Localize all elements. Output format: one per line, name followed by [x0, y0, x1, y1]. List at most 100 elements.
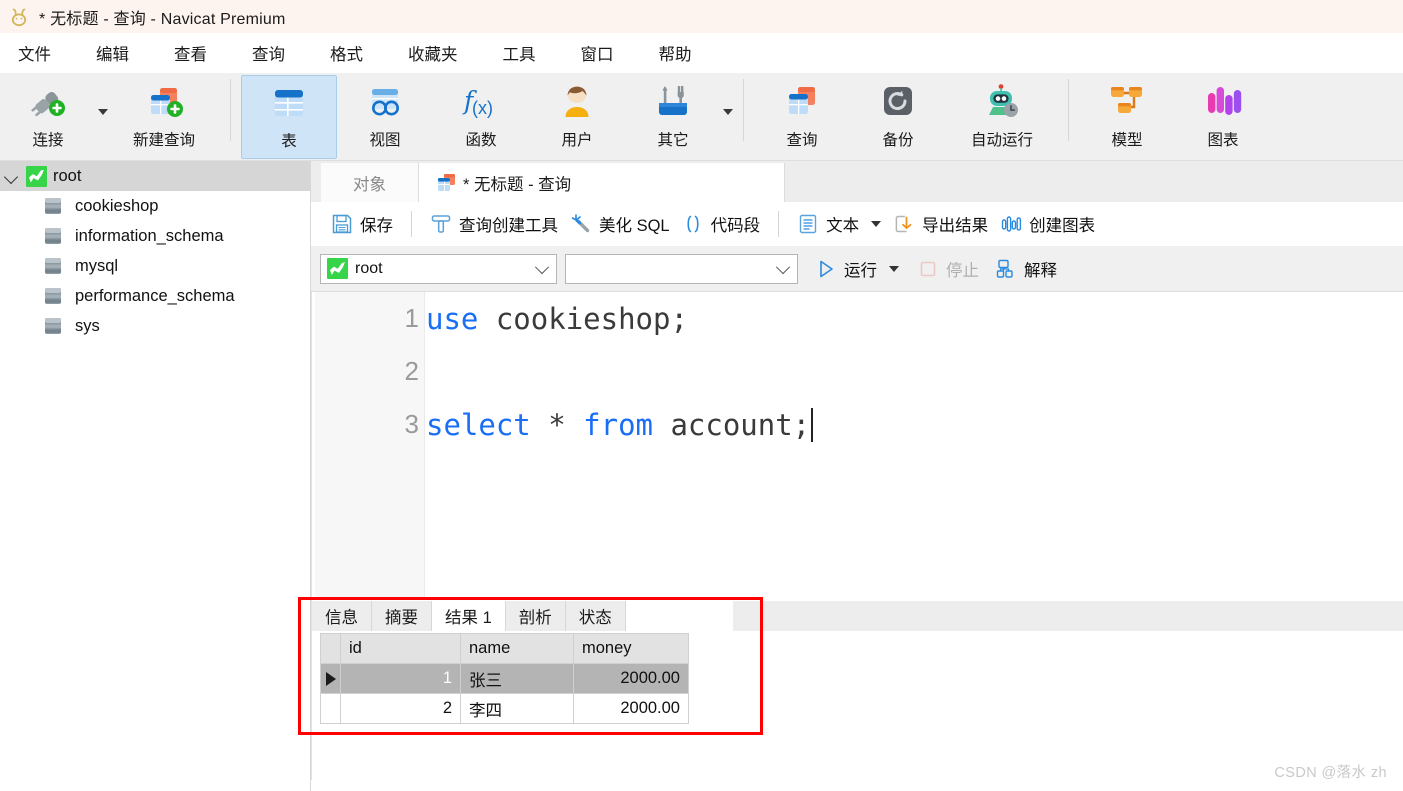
cell-money[interactable]: 2000.00: [573, 663, 689, 694]
database-select[interactable]: [565, 253, 798, 284]
tree-node-performance-schema[interactable]: performance_schema: [0, 281, 310, 311]
ribbon-button-connection[interactable]: 连接: [0, 75, 96, 159]
ribbon-separator-2: [743, 79, 744, 141]
database-icon: [42, 255, 64, 277]
ribbon-button-table[interactable]: 表: [241, 75, 337, 159]
result-grid-header-row: id name money: [320, 633, 689, 664]
tree-node-mysql[interactable]: mysql: [0, 251, 310, 281]
run-button[interactable]: 运行: [810, 254, 904, 284]
tree-node-sys-label: sys: [75, 316, 100, 335]
line-number-2: 2: [404, 356, 419, 386]
code-snippet-button[interactable]: 代码段: [676, 209, 767, 239]
menu-edit[interactable]: 编辑: [86, 37, 139, 69]
menu-help[interactable]: 帮助: [649, 37, 702, 69]
menu-format[interactable]: 格式: [320, 37, 373, 69]
tab-query-untitled[interactable]: * 无标题 - 查询: [418, 163, 785, 202]
export-result-button[interactable]: 导出结果: [887, 209, 994, 239]
ribbon-button-user[interactable]: 用户: [529, 75, 625, 159]
create-chart-button[interactable]: 创建图表: [994, 209, 1101, 239]
query-builder-button[interactable]: 查询创建工具: [424, 209, 564, 239]
chevron-down-icon[interactable]: [775, 259, 791, 274]
menu-file[interactable]: 文件: [8, 37, 61, 69]
backup-restore-icon: [876, 81, 920, 125]
code-snippet-label: 代码段: [710, 217, 761, 235]
cell-money[interactable]: 2000.00: [573, 693, 689, 724]
tree-node-root[interactable]: root: [0, 161, 310, 191]
text-view-caret-icon[interactable]: [871, 221, 882, 227]
ribbon-label-model: 模型: [1111, 132, 1143, 149]
ribbon-button-model[interactable]: 模型: [1079, 75, 1175, 159]
result-grid[interactable]: id name money 1 张三 2000.00 2 李四 2000.00: [320, 633, 689, 724]
row-marker-cell[interactable]: [320, 693, 341, 724]
stop-button: 停止: [912, 254, 984, 284]
ribbon-button-view[interactable]: 视图: [337, 75, 433, 159]
run-dropdown-caret-icon[interactable]: [889, 265, 899, 272]
menu-favorites[interactable]: 收藏夹: [398, 37, 468, 69]
results-tab-result-1[interactable]: 结果 1: [432, 601, 506, 631]
model-diagram-icon: [1105, 81, 1149, 125]
menu-view[interactable]: 查看: [164, 37, 217, 69]
chevron-down-icon[interactable]: [534, 259, 550, 274]
sql-code-area[interactable]: 1 use cookieshop; 2 3 select * from acco…: [405, 292, 1403, 597]
other-dropdown-caret-icon[interactable]: [723, 109, 733, 115]
database-icon: [42, 195, 64, 217]
ribbon-button-new-query[interactable]: 新建查询: [108, 75, 220, 159]
database-tree-sidebar[interactable]: root cookieshop information_schema mysql…: [0, 161, 311, 791]
menu-window[interactable]: 窗口: [571, 37, 624, 69]
table-row[interactable]: 2 李四 2000.00: [320, 693, 689, 724]
ribbon-button-query[interactable]: 查询: [754, 75, 850, 159]
row-marker-cell[interactable]: [320, 663, 341, 694]
connection-dropdown-caret-icon[interactable]: [98, 109, 108, 115]
connection-select[interactable]: root: [320, 253, 557, 284]
tree-node-cookieshop[interactable]: cookieshop: [0, 191, 310, 221]
column-header-name[interactable]: name: [460, 633, 574, 664]
explain-plan-icon: [995, 258, 1017, 280]
menu-tools[interactable]: 工具: [493, 37, 546, 69]
cell-id[interactable]: 1: [340, 663, 461, 694]
ribbon-separator-1: [230, 79, 231, 141]
table-row[interactable]: 1 张三 2000.00: [320, 663, 689, 694]
ribbon-label-query: 查询: [786, 132, 818, 149]
results-tab-summary[interactable]: 摘要: [372, 601, 432, 631]
menu-query[interactable]: 查询: [242, 37, 295, 69]
results-tab-result-1-label: 结果 1: [445, 609, 492, 627]
beautify-sql-button[interactable]: 美化 SQL: [564, 209, 676, 239]
tree-node-information-schema-label: information_schema: [75, 226, 224, 245]
results-tab-info[interactable]: 信息: [312, 601, 372, 631]
chevron-down-icon[interactable]: [2, 167, 20, 185]
tab-query-untitled-label: * 无标题 - 查询: [463, 175, 572, 194]
query-builder-icon: [430, 213, 452, 235]
sql-editor[interactable]: 1 use cookieshop; 2 3 select * from acco…: [311, 292, 1403, 597]
sql-keyword-from: from: [583, 407, 653, 442]
ribbon-button-chart[interactable]: 图表: [1175, 75, 1271, 159]
title-bar: * 无标题 - 查询 - Navicat Premium: [0, 0, 1403, 33]
explain-button[interactable]: 解释: [990, 254, 1062, 284]
database-icon: [42, 285, 64, 307]
query-toolbar-separator-2: [778, 211, 780, 237]
results-tab-profile[interactable]: 剖析: [505, 601, 566, 631]
text-view-button[interactable]: 文本: [791, 209, 887, 239]
bottom-filler: [311, 780, 1403, 791]
ribbon-button-backup[interactable]: 备份: [850, 75, 946, 159]
ribbon-button-other[interactable]: 其它: [625, 75, 721, 159]
tree-node-information-schema[interactable]: information_schema: [0, 221, 310, 251]
ribbon-button-automation[interactable]: 自动运行: [946, 75, 1058, 159]
text-view-label: 文本: [826, 217, 860, 235]
tree-node-sys[interactable]: sys: [0, 311, 310, 341]
column-header-id[interactable]: id: [340, 633, 461, 664]
results-tab-filler-grey: [732, 601, 1403, 631]
ribbon-button-function[interactable]: f (x) 函数: [433, 75, 529, 159]
save-button-label: 保存: [360, 217, 393, 235]
run-button-label: 运行: [844, 261, 877, 280]
column-header-money[interactable]: money: [573, 633, 689, 664]
results-tab-status[interactable]: 状态: [565, 601, 626, 631]
ribbon-label-view: 视图: [369, 132, 401, 149]
cell-name[interactable]: 李四: [460, 693, 574, 724]
function-fx-icon: f (x): [459, 81, 503, 125]
cell-id[interactable]: 2: [340, 693, 461, 724]
results-tab-strip: 信息 摘要 结果 1 剖析 状态: [312, 601, 1403, 631]
tab-objects[interactable]: 对象: [321, 163, 418, 202]
save-button[interactable]: 保存: [325, 209, 399, 239]
cell-name[interactable]: 张三: [460, 663, 574, 694]
row-marker-header: [320, 633, 341, 664]
